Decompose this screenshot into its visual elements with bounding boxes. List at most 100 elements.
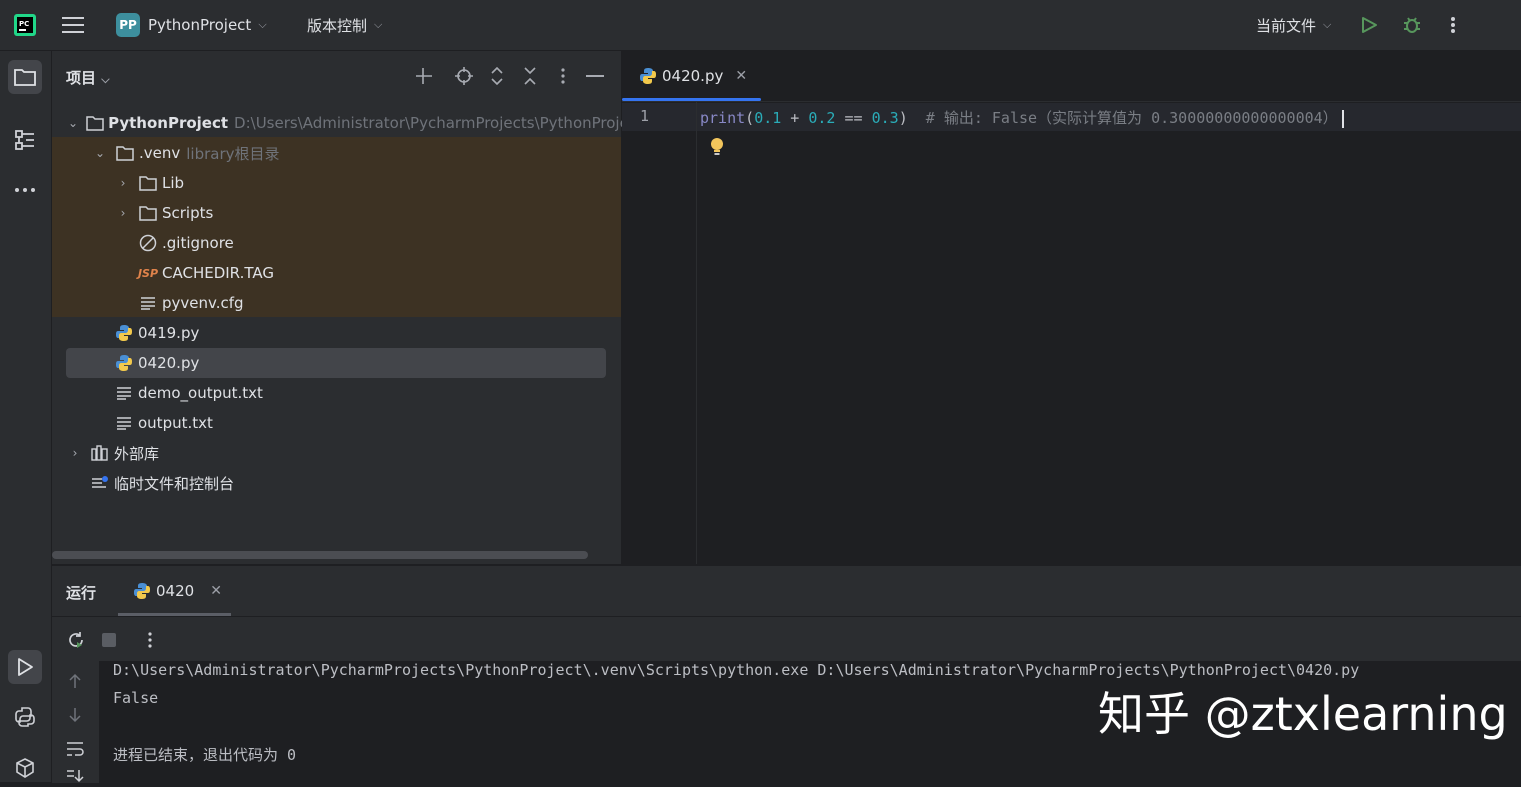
chevron-right-icon[interactable]: › <box>116 206 130 220</box>
scratches-icon <box>90 473 110 493</box>
tree-label: PythonProject <box>108 114 229 132</box>
library-icon <box>90 443 110 463</box>
soft-wrap-icon[interactable] <box>66 741 84 761</box>
locate-file-icon[interactable] <box>453 65 475 87</box>
tree-node-external-libs[interactable]: › 外部库 <box>52 438 621 468</box>
tree-node-gitignore[interactable]: .gitignore <box>52 228 621 258</box>
tree-label: 0420.py <box>138 354 200 372</box>
editor-tab-bar: 0420.py ✕ <box>622 51 1521 102</box>
jsp-file-icon: JSP <box>137 266 159 280</box>
tree-node-project-root[interactable]: ⌄ PythonProject D:\Users\Administrator\P… <box>52 108 629 138</box>
stop-icon[interactable] <box>101 632 117 652</box>
text-file-icon <box>114 413 134 433</box>
code-comment: # 输出: False（实际计算值为 0.30000000000000004） <box>907 109 1338 127</box>
hide-panel-icon[interactable] <box>584 65 606 87</box>
main-menu-button[interactable] <box>62 0 84 50</box>
tree-node-0420[interactable]: 0420.py <box>52 348 621 378</box>
python-file-icon <box>638 66 658 86</box>
folder-icon <box>86 113 104 133</box>
code-operator: + <box>781 109 809 127</box>
chevron-down-icon[interactable]: ⌄ <box>93 146 107 160</box>
tree-node-0419[interactable]: 0419.py <box>52 318 621 348</box>
run-button[interactable] <box>1360 0 1378 50</box>
python-console-button[interactable] <box>8 700 42 734</box>
editor-area: 0420.py ✕ 1 print(0.1 + 0.2 == 0.3) # 输出… <box>622 51 1521 564</box>
project-panel-title[interactable]: 项目 ⌵ <box>66 67 110 88</box>
tree-label: Scripts <box>162 204 214 222</box>
ignored-file-icon <box>138 233 158 253</box>
more-options-button[interactable] <box>1450 0 1456 50</box>
chevron-right-icon[interactable]: › <box>68 446 82 460</box>
text-caret <box>1341 109 1344 128</box>
pycharm-logo-icon[interactable]: PC <box>14 0 36 50</box>
project-tool-button[interactable] <box>8 60 42 94</box>
vcs-menu[interactable]: 版本控制 ⌵ <box>307 0 382 50</box>
run-tool-button[interactable] <box>8 650 42 684</box>
folder-icon <box>138 203 158 223</box>
tree-label: Lib <box>162 174 185 192</box>
active-tab-indicator <box>622 98 761 101</box>
run-toolbar <box>52 617 1521 661</box>
project-selector[interactable]: PP PythonProject ⌵ <box>116 0 267 50</box>
chevron-right-icon[interactable]: › <box>116 176 130 190</box>
tree-node-scripts[interactable]: › Scripts <box>52 198 621 228</box>
hamburger-icon <box>62 17 84 33</box>
code-operator: == <box>835 109 872 127</box>
title-bar: PC PP PythonProject ⌵ 版本控制 ⌵ 当前文件 ⌵ <box>0 0 1521 51</box>
folder-icon <box>138 173 158 193</box>
close-icon[interactable]: ✕ <box>210 583 222 599</box>
expand-all-icon[interactable] <box>486 65 508 87</box>
vertical-dots-icon <box>1451 17 1455 33</box>
horizontal-scrollbar[interactable] <box>52 551 588 559</box>
folder-icon <box>14 69 36 86</box>
text-file-icon <box>114 383 134 403</box>
console-line: False <box>113 689 159 707</box>
watermark: 知乎 @ztxlearning <box>1098 687 1508 741</box>
tree-node-venv[interactable]: ⌄ .venv library根目录 <box>52 138 621 168</box>
tree-hint: library根目录 <box>186 144 280 163</box>
left-tool-stripe <box>0 51 52 782</box>
debug-button[interactable] <box>1402 0 1422 50</box>
rerun-icon[interactable] <box>66 630 86 654</box>
tree-node-demo-output[interactable]: demo_output.txt <box>52 378 621 408</box>
new-file-icon[interactable] <box>413 65 435 87</box>
tree-node-cachedir[interactable]: JSP CACHEDIR.TAG <box>52 258 621 288</box>
code-line-1[interactable]: print(0.1 + 0.2 == 0.3) # 输出: False（实际计算… <box>700 107 1344 128</box>
tree-node-lib[interactable]: › Lib <box>52 168 621 198</box>
project-panel: 项目 ⌵ ⌄ PythonProject D:\Users\Administra… <box>52 51 629 564</box>
tree-label: CACHEDIR.TAG <box>162 264 274 282</box>
editor-tab-0420[interactable]: 0420.py ✕ <box>622 51 761 101</box>
project-panel-header: 项目 ⌵ <box>52 51 621 103</box>
python-file-icon <box>132 581 152 601</box>
run-config-label: 当前文件 <box>1256 16 1317 35</box>
tree-label: 外部库 <box>114 444 160 463</box>
folder-icon <box>115 143 135 163</box>
tree-node-output[interactable]: output.txt <box>52 408 621 438</box>
run-tab-0420[interactable]: 0420 ✕ <box>118 566 231 616</box>
horizontal-dots-icon <box>15 188 35 192</box>
options-icon[interactable] <box>552 65 574 87</box>
close-icon[interactable]: ✕ <box>735 68 747 84</box>
run-panel-title: 运行 <box>66 584 97 602</box>
scroll-to-end-icon[interactable] <box>66 769 84 787</box>
chevron-down-icon[interactable]: ⌄ <box>68 116 78 130</box>
code-paren: ) <box>898 109 908 127</box>
console-side-toolbar <box>52 661 99 783</box>
tree-node-scratches[interactable]: 临时文件和控制台 <box>52 468 621 498</box>
play-icon <box>1362 17 1377 33</box>
more-tools-button[interactable] <box>8 173 42 207</box>
vertical-dots-icon[interactable] <box>148 632 152 652</box>
tree-node-pyvenv[interactable]: pyvenv.cfg <box>52 288 621 318</box>
lightbulb-icon[interactable] <box>709 137 725 161</box>
text-file-icon <box>138 293 158 313</box>
run-config-selector[interactable]: 当前文件 ⌵ <box>1256 0 1331 50</box>
run-panel-header: 运行 0420 ✕ <box>52 566 1521 617</box>
vcs-label: 版本控制 <box>307 16 368 35</box>
arrow-up-icon[interactable] <box>68 673 82 693</box>
arrow-down-icon[interactable] <box>68 707 82 727</box>
collapse-all-icon[interactable] <box>519 65 541 87</box>
code-builtin: print <box>700 109 746 127</box>
python-packages-button[interactable] <box>8 751 42 785</box>
structure-tool-button[interactable] <box>8 123 42 157</box>
editor-tab-label: 0420.py <box>662 67 724 85</box>
